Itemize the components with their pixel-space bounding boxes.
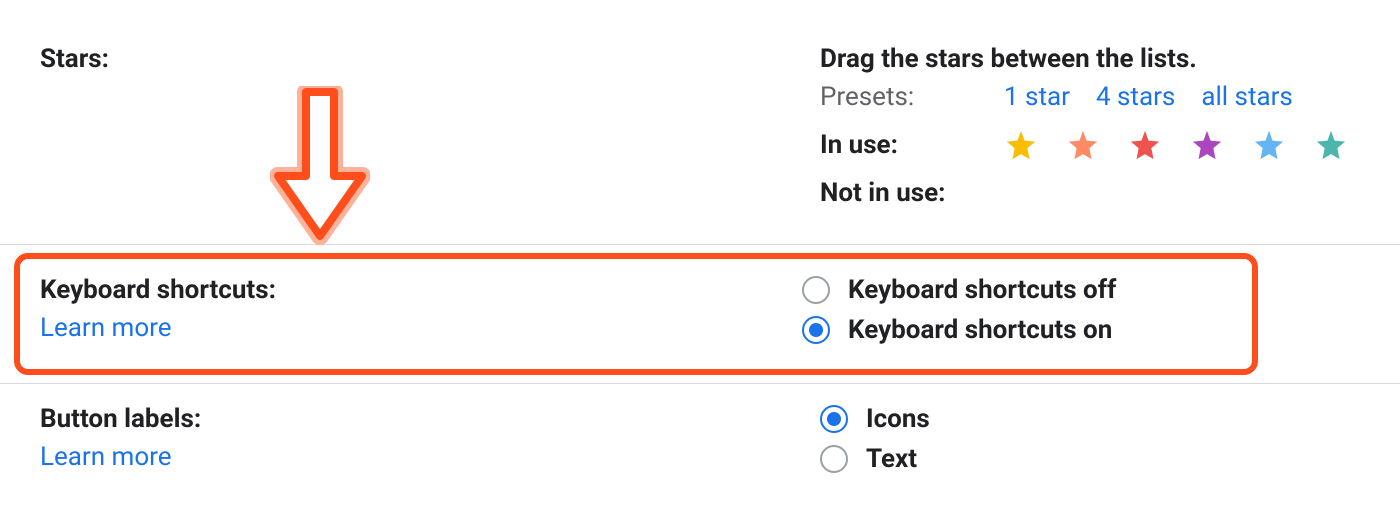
star-purple-icon[interactable] bbox=[1190, 128, 1224, 162]
button-labels-row: Button labels: Learn more Icons Text bbox=[40, 384, 1400, 494]
radio-keyboard-shortcuts-on[interactable] bbox=[802, 316, 830, 344]
radio-keyboard-shortcuts-off[interactable] bbox=[802, 276, 830, 304]
presets-label: Presets: bbox=[820, 82, 970, 112]
keyboard-shortcuts-row: Keyboard shortcuts: Learn more Keyboard … bbox=[14, 253, 1258, 375]
stars-in-use-tray bbox=[1004, 128, 1348, 162]
keyboard-shortcuts-heading: Keyboard shortcuts: bbox=[40, 275, 782, 305]
star-yellow-icon[interactable] bbox=[1004, 128, 1038, 162]
star-red-icon[interactable] bbox=[1128, 128, 1162, 162]
radio-label-keyboard-shortcuts-on: Keyboard shortcuts on bbox=[848, 315, 1112, 345]
stars-row: Stars: Drag the stars between the lists.… bbox=[40, 24, 1400, 244]
not-in-use-label: Not in use: bbox=[820, 178, 970, 208]
preset-4-stars[interactable]: 4 stars bbox=[1096, 82, 1175, 112]
star-green-icon[interactable] bbox=[1314, 128, 1348, 162]
keyboard-shortcuts-learn-more[interactable]: Learn more bbox=[40, 313, 782, 343]
radio-label-button-labels-icons: Icons bbox=[866, 404, 930, 434]
divider bbox=[0, 244, 1400, 245]
radio-label-keyboard-shortcuts-off: Keyboard shortcuts off bbox=[848, 275, 1116, 305]
preset-all-stars[interactable]: all stars bbox=[1201, 82, 1293, 112]
stars-instruction: Drag the stars between the lists. bbox=[820, 44, 1400, 74]
radio-button-labels-text[interactable] bbox=[820, 445, 848, 473]
stars-heading: Stars: bbox=[40, 44, 800, 74]
button-labels-learn-more[interactable]: Learn more bbox=[40, 442, 800, 472]
button-labels-heading: Button labels: bbox=[40, 404, 800, 434]
in-use-label: In use: bbox=[820, 130, 970, 160]
preset-1-star[interactable]: 1 star bbox=[1004, 82, 1070, 112]
star-orange-icon[interactable] bbox=[1066, 128, 1100, 162]
radio-button-labels-icons[interactable] bbox=[820, 405, 848, 433]
star-blue-icon[interactable] bbox=[1252, 128, 1286, 162]
stars-config: Drag the stars between the lists. Preset… bbox=[820, 44, 1400, 224]
radio-label-button-labels-text: Text bbox=[866, 444, 917, 474]
